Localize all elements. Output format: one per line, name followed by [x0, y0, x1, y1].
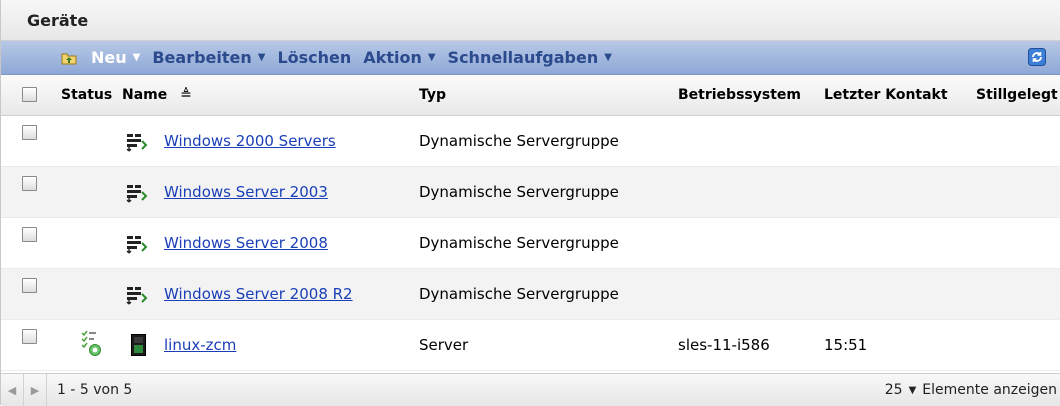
action-menu-label: Aktion	[363, 48, 422, 67]
quicktasks-menu-label: Schnellaufgaben	[447, 48, 599, 67]
device-name-link[interactable]: Windows Server 2003	[164, 183, 328, 201]
toolbar: Neu ▼ Bearbeiten ▼ Löschen Aktion ▼ Schn…	[1, 41, 1060, 75]
device-name-link[interactable]: linux-zcm	[164, 336, 236, 354]
device-name-link[interactable]: Windows 2000 Servers	[164, 132, 336, 150]
row-checkbox[interactable]	[22, 176, 37, 191]
column-status[interactable]: Status	[61, 87, 112, 103]
device-type: Dynamische Servergruppe	[419, 285, 619, 303]
action-menu-button[interactable]: Aktion ▼	[363, 48, 435, 67]
row-checkbox[interactable]	[22, 278, 37, 293]
next-page-button[interactable]: ▶	[24, 374, 47, 406]
previous-page-button[interactable]: ◀	[1, 374, 24, 406]
server-group-icon	[126, 236, 148, 254]
column-retired[interactable]: Stillgelegt	[976, 87, 1058, 103]
device-os: sles-11-i586	[678, 336, 770, 354]
page-size-value: 25	[884, 382, 903, 398]
device-name-link[interactable]: Windows Server 2008 R2	[164, 285, 353, 303]
select-all-checkbox[interactable]	[22, 87, 37, 102]
pagination-range: 1 - 5 von 5	[57, 382, 133, 398]
new-menu-label: Neu	[91, 48, 127, 67]
device-type: Dynamische Servergruppe	[419, 234, 619, 252]
grid-header: Status Name ≜ Typ Betriebssystem Letzter…	[1, 75, 1060, 116]
new-menu-button[interactable]: Neu ▼	[91, 48, 140, 67]
column-name[interactable]: Name ≜	[122, 87, 192, 103]
server-group-icon	[126, 134, 148, 152]
sort-ascending-icon: ≜	[180, 87, 192, 103]
table-row: Windows Server 2003 Dynamische Servergru…	[1, 167, 1060, 218]
page-size-label: Elemente anzeigen	[922, 382, 1057, 398]
delete-label: Löschen	[277, 48, 352, 67]
server-icon	[131, 334, 146, 356]
panel-title-text: Geräte	[27, 10, 89, 30]
device-type: Server	[419, 336, 469, 354]
pagination-bar: ◀ ▶ 1 - 5 von 5 25 ▼ Elemente anzeigen	[1, 373, 1060, 406]
status-ok-icon	[81, 330, 101, 356]
device-type: Dynamische Servergruppe	[419, 183, 619, 201]
edit-menu-label: Bearbeiten	[152, 48, 252, 67]
chevron-down-icon: ▼	[132, 52, 141, 63]
row-checkbox[interactable]	[22, 227, 37, 242]
column-os[interactable]: Betriebssystem	[678, 87, 801, 103]
panel-title: Geräte	[1, 0, 1060, 41]
table-row: Windows 2000 Servers Dynamische Servergr…	[1, 116, 1060, 167]
folder-up-icon[interactable]	[61, 51, 77, 65]
chevron-down-icon: ▼	[427, 52, 436, 63]
row-checkbox[interactable]	[22, 125, 37, 140]
table-row: Windows Server 2008 Dynamische Servergru…	[1, 218, 1060, 269]
quicktasks-menu-button[interactable]: Schnellaufgaben ▼	[448, 48, 612, 67]
device-type: Dynamische Servergruppe	[419, 132, 619, 150]
chevron-down-icon: ▼	[604, 52, 612, 63]
chevron-down-icon: ▼	[908, 384, 917, 396]
device-name-link[interactable]: Windows Server 2008	[164, 234, 328, 252]
refresh-icon[interactable]	[1028, 48, 1046, 66]
server-group-icon	[126, 287, 148, 305]
table-row: Windows Server 2008 R2 Dynamische Server…	[1, 269, 1060, 320]
devices-panel: Geräte Neu ▼ Bearbeiten ▼ Löschen Aktion…	[0, 0, 1060, 406]
table-row: linux-zcm Server sles-11-i586 15:51	[1, 320, 1060, 371]
device-last-contact: 15:51	[824, 336, 868, 354]
column-typ[interactable]: Typ	[419, 87, 446, 103]
chevron-down-icon: ▼	[257, 52, 266, 63]
column-last-contact[interactable]: Letzter Kontakt	[824, 87, 948, 103]
row-checkbox[interactable]	[22, 329, 37, 344]
delete-button[interactable]: Löschen	[277, 48, 351, 67]
page-size-control[interactable]: 25 ▼ Elemente anzeigen	[885, 374, 1057, 406]
edit-menu-button[interactable]: Bearbeiten ▼	[152, 48, 265, 67]
server-group-icon	[126, 185, 148, 203]
column-name-label: Name	[122, 87, 168, 103]
